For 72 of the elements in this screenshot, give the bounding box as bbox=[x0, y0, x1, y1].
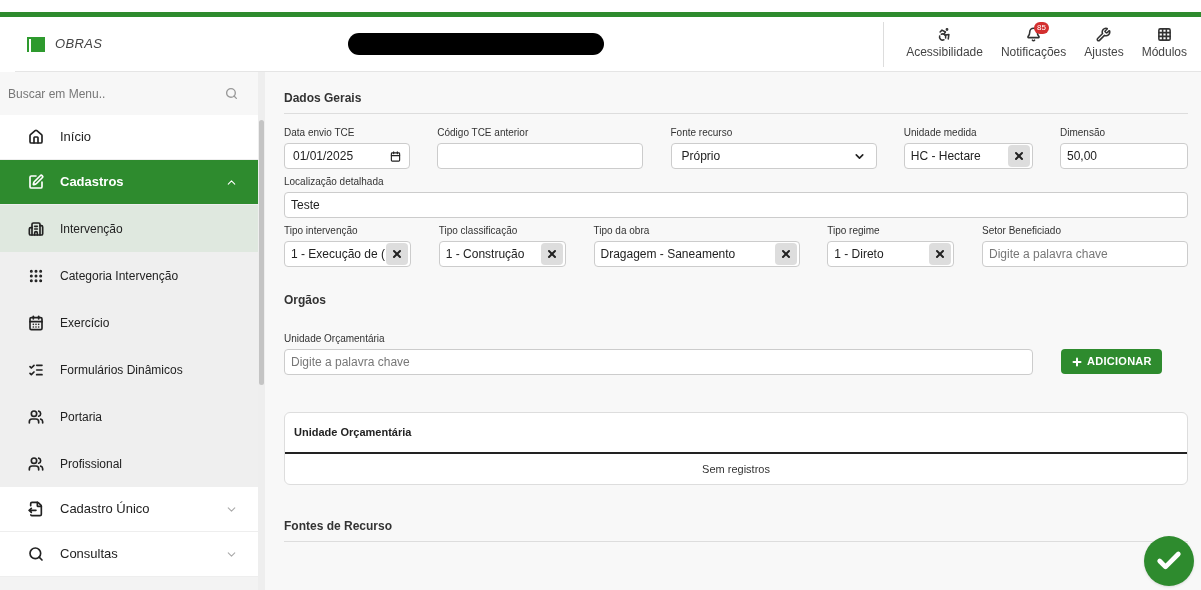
calendar-icon bbox=[28, 314, 44, 331]
users-icon bbox=[28, 455, 44, 472]
field-label: Tipo intervenção bbox=[284, 224, 359, 238]
building-icon bbox=[28, 220, 44, 237]
close-icon bbox=[545, 248, 558, 260]
field-label: Unidade Orçamentária bbox=[284, 332, 386, 346]
input-field[interactable]: Digite a palavra chave bbox=[982, 241, 1188, 267]
header-action[interactable]: Ajustes bbox=[1084, 26, 1124, 59]
field-label: Tipo da obra bbox=[593, 224, 651, 238]
menu-item[interactable]: Cadastros bbox=[0, 160, 258, 205]
menu-item[interactable]: Início bbox=[0, 115, 258, 160]
field-label: Dimensão bbox=[1060, 126, 1107, 140]
notification-badge: 85 bbox=[1034, 21, 1049, 34]
dots-grid-icon bbox=[28, 267, 44, 284]
edit-icon bbox=[28, 174, 44, 190]
select-field[interactable]: 1 - Construção bbox=[438, 241, 566, 267]
plus-icon bbox=[1071, 355, 1083, 368]
accessibility-icon bbox=[937, 26, 953, 42]
section-title: Orgãos bbox=[284, 292, 327, 309]
input-field[interactable]: Digite a palavra chave bbox=[284, 349, 1033, 375]
header-action[interactable]: Módulos bbox=[1141, 26, 1187, 59]
close-icon bbox=[779, 248, 792, 260]
search-icon bbox=[28, 546, 44, 562]
select-field[interactable]: 1 - Execução de ( bbox=[284, 241, 411, 267]
clear-button[interactable] bbox=[929, 243, 952, 265]
input-field[interactable]: Teste bbox=[284, 192, 1188, 218]
menu-search-field[interactable]: Buscar em Menu.. bbox=[0, 72, 258, 115]
close-icon bbox=[1012, 150, 1025, 162]
submenu-item[interactable]: Exercício bbox=[0, 299, 258, 346]
clear-button[interactable] bbox=[540, 243, 563, 265]
book-icon bbox=[27, 36, 45, 52]
app-title: OBRAS bbox=[55, 35, 103, 54]
submenu-item[interactable]: Portaria bbox=[0, 393, 258, 440]
home-icon bbox=[28, 129, 44, 145]
section-title: Dados Gerais bbox=[284, 89, 1188, 114]
add-button[interactable]: ADICIONAR bbox=[1061, 349, 1162, 374]
input-field[interactable] bbox=[437, 143, 644, 169]
grid-icon bbox=[1156, 26, 1172, 42]
clear-button[interactable] bbox=[386, 243, 408, 265]
field-label: Localização detalhada bbox=[284, 175, 385, 189]
close-icon bbox=[934, 248, 947, 260]
date-field[interactable]: 01/01/2025 bbox=[284, 143, 410, 169]
menu-item[interactable]: Cadastro Único bbox=[0, 487, 258, 532]
column-header: Unidade Orçamentária bbox=[294, 425, 412, 441]
tools-icon bbox=[1096, 26, 1112, 42]
search-icon bbox=[225, 87, 238, 100]
file-export-icon bbox=[28, 501, 44, 517]
select-field[interactable]: 1 - Direto bbox=[827, 241, 955, 267]
select-field[interactable]: HC - Hectare bbox=[903, 143, 1033, 169]
select-field[interactable]: Próprio bbox=[670, 143, 877, 169]
calendar-icon bbox=[390, 150, 401, 162]
submenu-item[interactable]: Categoria Intervenção bbox=[0, 252, 258, 299]
menu-item[interactable]: Consultas bbox=[0, 532, 258, 577]
close-icon bbox=[391, 248, 403, 260]
input-field[interactable]: 50,00 bbox=[1060, 143, 1188, 169]
users-icon bbox=[28, 408, 44, 425]
confirm-button[interactable] bbox=[1144, 536, 1194, 586]
empty-message: Sem registros bbox=[702, 461, 770, 477]
field-label: Data envio TCE bbox=[284, 126, 356, 140]
field-label: Tipo regime bbox=[827, 224, 881, 238]
field-label: Setor Beneficiado bbox=[982, 224, 1062, 238]
field-label: Código TCE anterior bbox=[437, 126, 530, 140]
field-label: Tipo classificação bbox=[438, 224, 519, 238]
header-action[interactable]: Acessibilidade bbox=[906, 26, 983, 59]
select-field[interactable]: Dragagem - Saneamento bbox=[593, 241, 800, 267]
clear-button[interactable] bbox=[774, 243, 797, 265]
submenu-item[interactable]: Formulários Dinâmicos bbox=[0, 346, 258, 393]
clear-button[interactable] bbox=[1007, 145, 1030, 167]
submenu-item[interactable]: Profissional bbox=[0, 440, 258, 487]
field-label: Unidade medida bbox=[903, 126, 978, 140]
field-label: Fonte recurso bbox=[670, 126, 734, 140]
submenu-item[interactable]: Intervenção bbox=[0, 205, 258, 252]
